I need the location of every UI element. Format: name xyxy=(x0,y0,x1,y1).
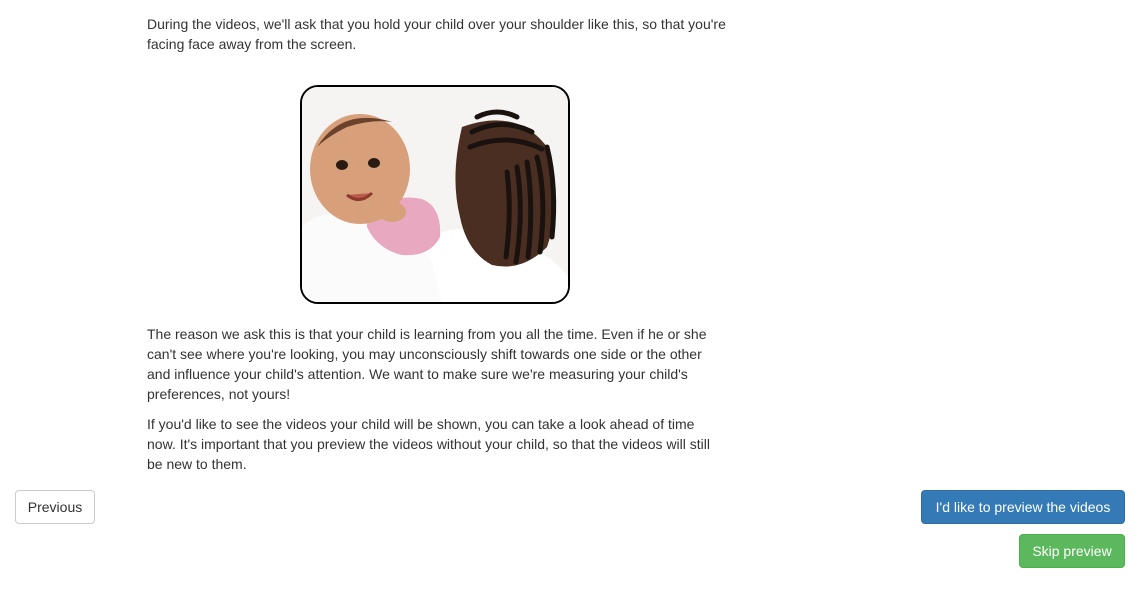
preview-videos-button[interactable]: I'd like to preview the videos xyxy=(921,490,1125,524)
intro-text: During the videos, we'll ask that you ho… xyxy=(147,16,726,52)
parent-holding-baby-photo xyxy=(300,85,570,304)
intro-section: During the videos, we'll ask that you ho… xyxy=(147,14,727,54)
preview-offer-text: If you'd like to see the videos your chi… xyxy=(147,416,710,472)
page: During the videos, we'll ask that you ho… xyxy=(0,0,1143,591)
explanation-section: The reason we ask this is that your chil… xyxy=(147,324,727,484)
previous-button[interactable]: Previous xyxy=(15,490,95,524)
skip-preview-button[interactable]: Skip preview xyxy=(1019,534,1125,568)
photo-illustration xyxy=(302,87,568,302)
reason-text: The reason we ask this is that your chil… xyxy=(147,326,707,402)
